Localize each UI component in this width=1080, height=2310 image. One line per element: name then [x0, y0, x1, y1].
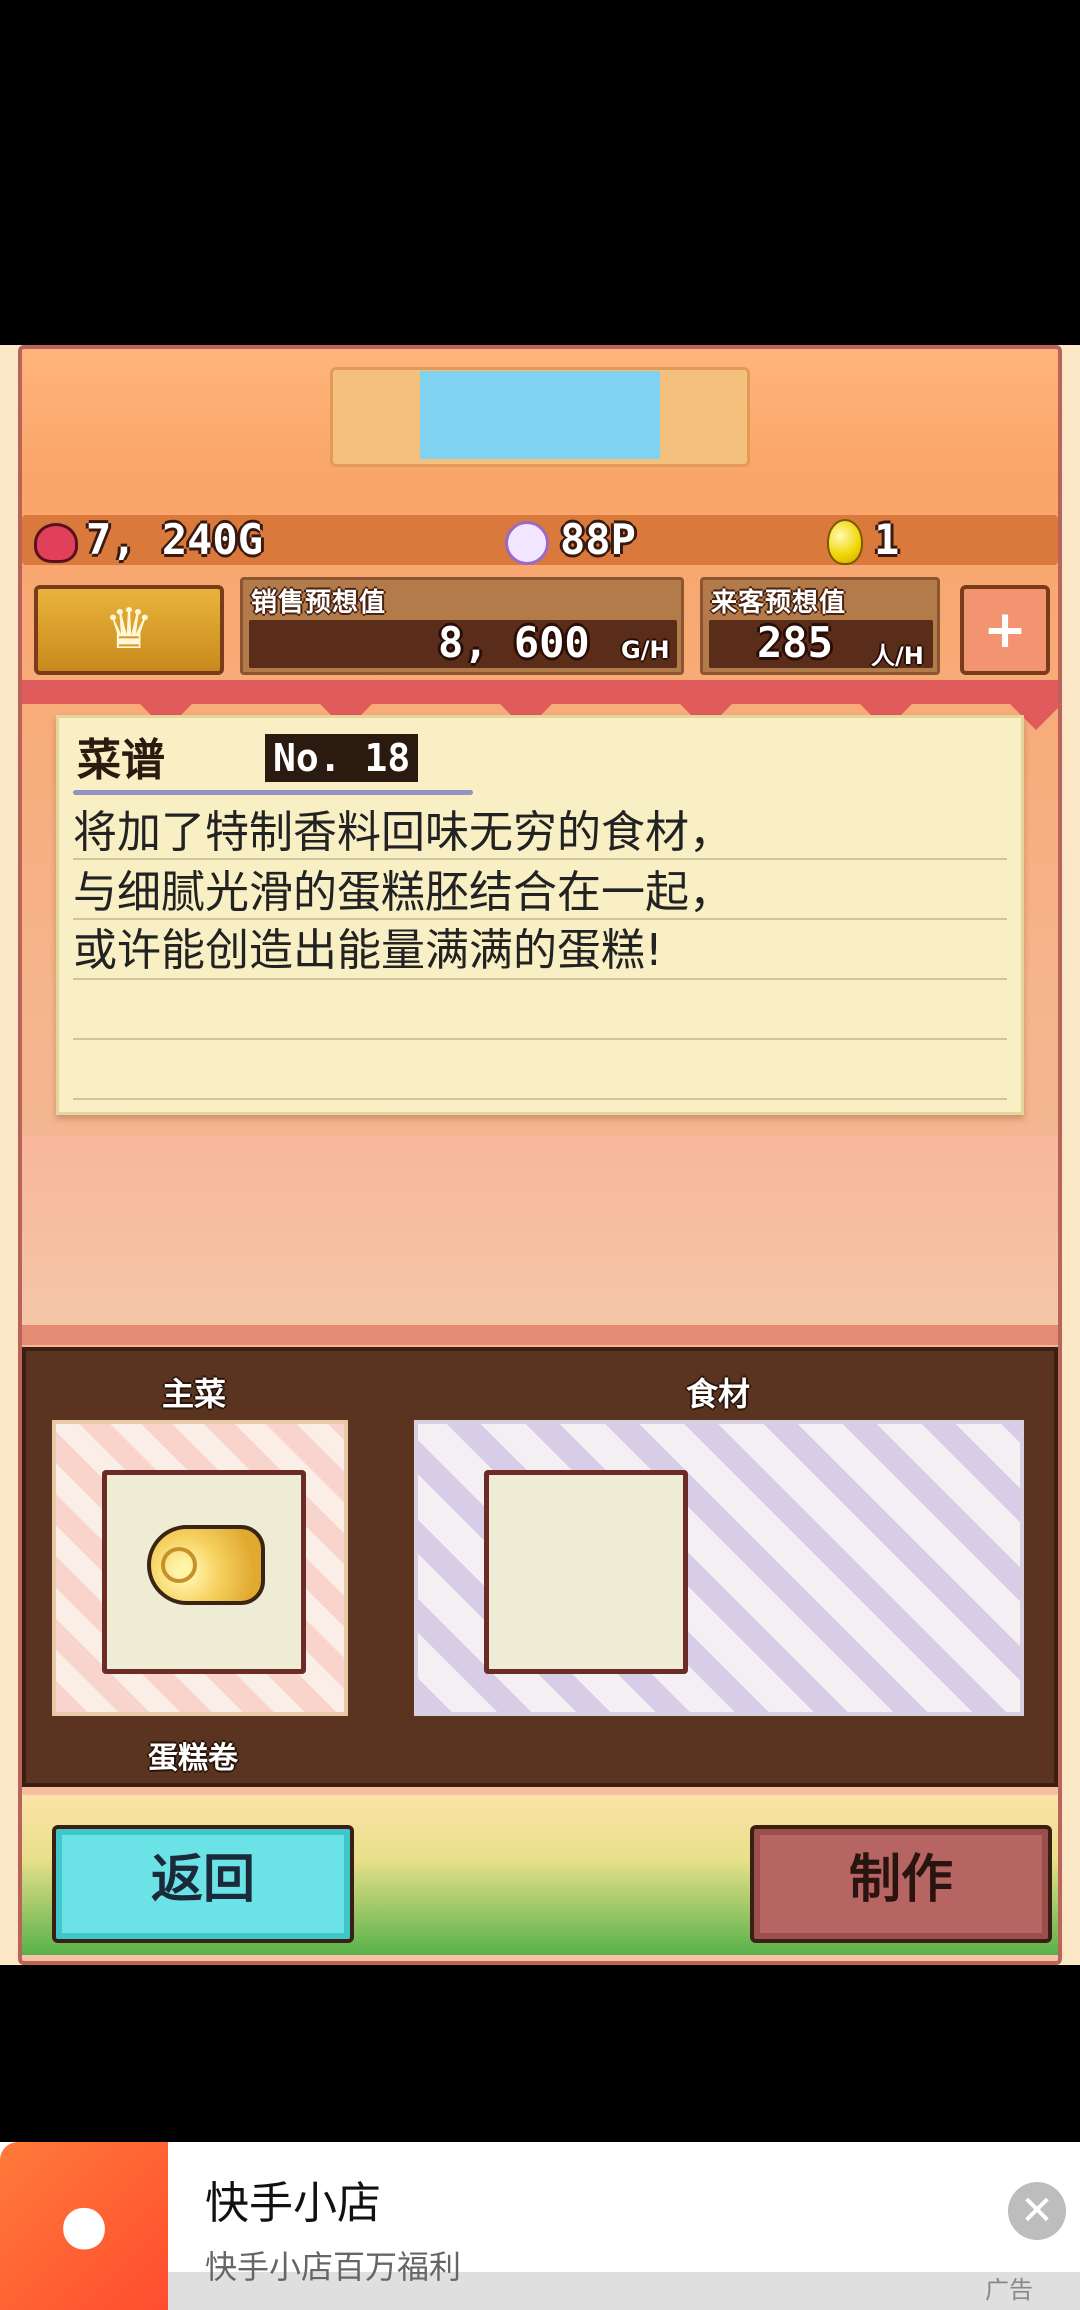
- main-dish-slot[interactable]: [52, 1420, 348, 1716]
- egg-count: 1: [874, 515, 900, 564]
- sales-forecast-panel: 销售预想值 8, 600 G/H: [240, 577, 684, 675]
- visitor-forecast-panel: 来客预想值 285 人/H: [700, 577, 940, 675]
- ingredient-slot[interactable]: [484, 1470, 688, 1674]
- coin-purse-icon: [34, 523, 78, 563]
- ad-banner[interactable]: ⏺ 快手小店 快手小店百万福利 ✕ 广告: [0, 2142, 1080, 2310]
- ad-tag: 广告: [985, 2276, 1033, 2304]
- golden-egg-icon: [827, 519, 863, 565]
- main-dish-label: 主菜: [162, 1375, 227, 1413]
- cake-swirl: [161, 1547, 197, 1583]
- main-dish-item[interactable]: [102, 1470, 306, 1674]
- visitor-forecast-value: 285: [757, 618, 833, 667]
- points-value: 88P: [560, 515, 636, 564]
- recipe-underline: [73, 790, 473, 795]
- main-item-name: 蛋糕卷: [148, 1741, 238, 1776]
- red-banner: [22, 680, 1058, 704]
- recipe-description-line: 或许能创造出能量满满的蛋糕!: [73, 925, 663, 976]
- gold-value: 7, 240G: [86, 515, 264, 564]
- camera-icon: ⏺: [61, 2173, 107, 2278]
- recipe-description-line: 与细腻光滑的蛋糕胚结合在一起，: [73, 867, 733, 918]
- close-icon[interactable]: ✕: [1008, 2182, 1066, 2240]
- visitor-forecast-unit: 人/H: [871, 642, 924, 670]
- ad-subtitle: 快手小店百万福利: [205, 2248, 462, 2286]
- visitor-forecast-label: 来客预想值: [711, 588, 847, 618]
- ingredient-label: 食材: [686, 1375, 751, 1413]
- crown-icon: ♛: [103, 597, 155, 662]
- ad-title[interactable]: 快手小店: [205, 2167, 381, 2231]
- sales-forecast-value: 8, 600: [438, 618, 590, 667]
- window-sky: [420, 371, 660, 459]
- recipe-number: No. 18: [265, 734, 419, 782]
- add-customer-button[interactable]: +: [960, 585, 1050, 675]
- crown-button[interactable]: ♛: [34, 585, 224, 675]
- shop-counter: [22, 1135, 1058, 1325]
- counter-edge: [22, 1325, 1058, 1345]
- make-button[interactable]: 制作: [750, 1825, 1052, 1943]
- game-screen: 7, 240G 88P 1 ♛ 销售预想值 8, 600 G/H 来客预想值 2…: [0, 345, 1080, 1965]
- back-button[interactable]: 返回: [52, 1825, 354, 1943]
- recipe-description-line: 将加了特制香料回味无穷的食材，: [73, 807, 733, 858]
- cake-roll-icon: [147, 1525, 265, 1605]
- sales-forecast-unit: G/H: [621, 636, 670, 664]
- add-customer-icon: +: [983, 600, 1027, 660]
- recipe-title: 菜谱: [77, 735, 165, 786]
- recipe-note: 菜谱 No. 18 将加了特制香料回味无穷的食材， 与细腻光滑的蛋糕胚结合在一起…: [56, 715, 1024, 1115]
- kuaishou-logo[interactable]: ⏺: [0, 2142, 168, 2310]
- smiley-icon: [505, 521, 549, 565]
- sales-forecast-label: 销售预想值: [251, 588, 387, 618]
- ingredient-slot-area: [414, 1420, 1024, 1716]
